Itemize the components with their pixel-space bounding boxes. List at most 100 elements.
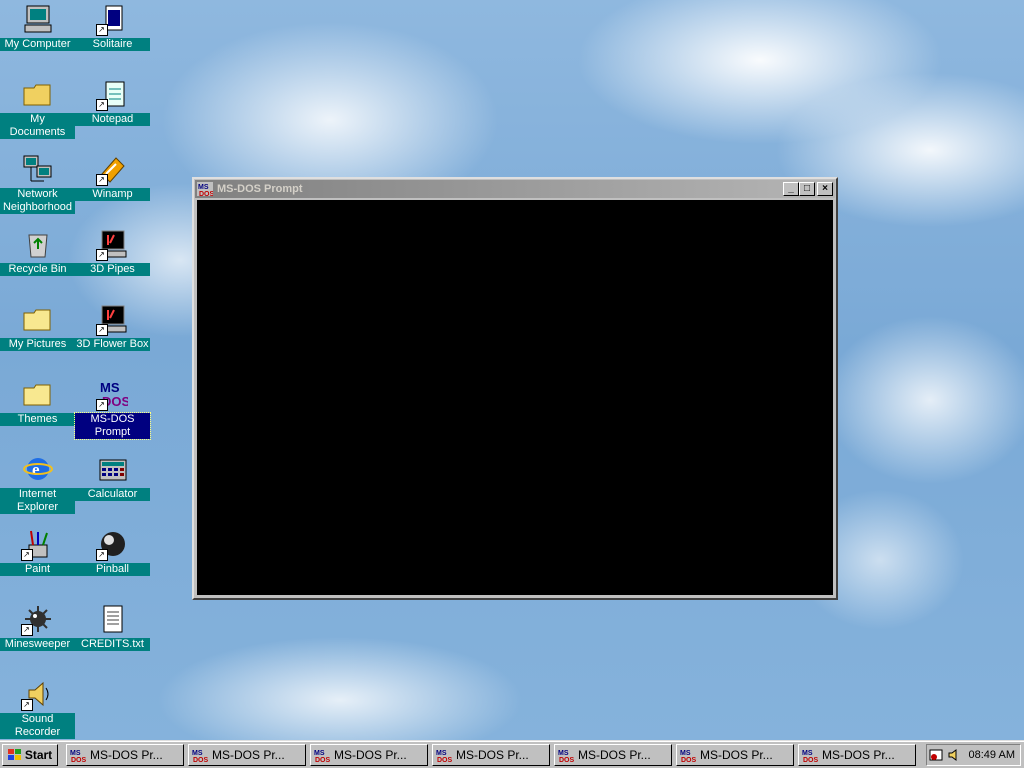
icon-label: Winamp xyxy=(75,188,150,201)
taskbar-button[interactable]: MS DOS MS-DOS Pr... xyxy=(554,744,672,766)
icon-label: 3D Pipes xyxy=(75,263,150,276)
pinball-shortcut[interactable]: ↗ Pinball xyxy=(75,527,150,576)
shortcut-arrow-icon: ↗ xyxy=(95,399,108,411)
svg-text:DOS: DOS xyxy=(437,757,452,762)
winamp-icon: ↗ xyxy=(95,152,130,186)
window-title: MS-DOS Prompt xyxy=(217,183,303,195)
svg-text:DOS: DOS xyxy=(193,757,208,762)
maximize-button[interactable]: □ xyxy=(799,182,815,196)
minesweeper-shortcut[interactable]: ↗ Minesweeper xyxy=(0,602,75,651)
winamp-shortcut[interactable]: ↗ Winamp xyxy=(75,152,150,201)
taskbar-button[interactable]: MS DOS MS-DOS Pr... xyxy=(676,744,794,766)
taskbar-button[interactable]: MS DOS MS-DOS Pr... xyxy=(310,744,428,766)
icon-label: MS-DOS Prompt xyxy=(74,412,151,440)
volume-icon[interactable] xyxy=(947,748,961,762)
my-documents-shortcut[interactable]: My Documents xyxy=(0,77,75,139)
svg-text:DOS: DOS xyxy=(681,757,696,762)
taskbar: Start MS DOS MS-DOS Pr... MS DOS MS-DOS Pr… xyxy=(0,740,1024,768)
taskbar-button[interactable]: MS DOS MS-DOS Pr... xyxy=(798,744,916,766)
internet-explorer-icon: e xyxy=(21,452,55,486)
ms-dos-icon: MSDOS xyxy=(680,750,696,762)
icon-label: Pinball xyxy=(75,563,150,576)
ms-dos-prompt-window: MS DOS MS-DOS Prompt _ □ × xyxy=(192,177,838,600)
network-neighborhood-shortcut[interactable]: Network Neighborhood xyxy=(0,152,75,214)
internet-explorer-shortcut[interactable]: e Internet Explorer xyxy=(0,452,75,514)
svg-text:DOS: DOS xyxy=(803,757,818,762)
svg-text:MS: MS xyxy=(558,750,569,757)
svg-text:MS: MS xyxy=(198,184,209,191)
svg-text:DOS: DOS xyxy=(559,757,574,762)
shortcut-arrow-icon: ↗ xyxy=(95,99,108,111)
start-label: Start xyxy=(24,748,53,762)
ms-dos-icon: MSDOS xyxy=(436,750,452,762)
icon-label: Recycle Bin xyxy=(0,263,75,276)
icon-label: Calculator xyxy=(75,488,150,501)
taskbar-button[interactable]: MS DOS MS-DOS Pr... xyxy=(188,744,306,766)
network-icon xyxy=(21,152,55,186)
system-tray: 08:49 AM xyxy=(926,744,1021,766)
taskbar-button-label: MS-DOS Pr... xyxy=(456,748,529,762)
credits-txt-shortcut[interactable]: CREDITS.txt xyxy=(75,602,150,651)
start-button[interactable]: Start xyxy=(2,744,58,766)
clock[interactable]: 08:49 AM xyxy=(969,749,1015,761)
folder-icon xyxy=(21,302,55,336)
shortcut-arrow-icon: ↗ xyxy=(95,174,108,186)
ms-dos-icon: MS DOS ↗ xyxy=(95,377,130,411)
my-pictures-shortcut[interactable]: My Pictures xyxy=(0,302,75,351)
shortcut-arrow-icon: ↗ xyxy=(95,249,108,261)
taskbar-button-label: MS-DOS Pr... xyxy=(822,748,895,762)
calculator-shortcut[interactable]: Calculator xyxy=(75,452,150,501)
shortcut-arrow-icon: ↗ xyxy=(20,549,33,561)
taskbar-button-label: MS-DOS Pr... xyxy=(700,748,773,762)
ms-dos-icon: MSDOS xyxy=(197,182,213,196)
shortcut-arrow-icon: ↗ xyxy=(95,324,108,336)
taskbar-button[interactable]: MS DOS MS-DOS Pr... xyxy=(432,744,550,766)
svg-text:MS: MS xyxy=(436,750,447,757)
notepad-icon: ↗ xyxy=(95,77,130,111)
themes-shortcut[interactable]: Themes xyxy=(0,377,75,426)
shortcut-arrow-icon: ↗ xyxy=(95,24,108,36)
window-titlebar[interactable]: MS DOS MS-DOS Prompt _ □ × xyxy=(195,180,835,198)
taskbar-button-label: MS-DOS Pr... xyxy=(90,748,163,762)
close-button[interactable]: × xyxy=(817,182,833,196)
minimize-button[interactable]: _ xyxy=(783,182,799,196)
icon-label: My Pictures xyxy=(0,338,75,351)
svg-text:DOS: DOS xyxy=(199,191,213,196)
icon-label: Notepad xyxy=(75,113,150,126)
svg-text:MS: MS xyxy=(802,750,813,757)
console-area[interactable] xyxy=(197,200,833,595)
svg-text:MS: MS xyxy=(192,750,203,757)
icon-label: Solitaire xyxy=(75,38,150,51)
sound-recorder-shortcut[interactable]: ↗ Sound Recorder xyxy=(0,677,75,739)
paint-icon: ↗ xyxy=(20,527,55,561)
3d-flower-box-shortcut[interactable]: ↗ 3D Flower Box xyxy=(75,302,150,351)
computer-icon xyxy=(21,2,55,36)
pinball-icon: ↗ xyxy=(95,527,130,561)
icon-label: Network Neighborhood xyxy=(0,188,75,214)
ms-dos-icon: MSDOS xyxy=(192,750,208,762)
3d-pipes-shortcut[interactable]: ↗ 3D Pipes xyxy=(75,227,150,276)
svg-text:e: e xyxy=(32,460,40,479)
svg-text:MS: MS xyxy=(314,750,325,757)
folder-icon xyxy=(21,377,55,411)
my-computer-shortcut[interactable]: My Computer xyxy=(0,2,75,51)
svg-text:DOS: DOS xyxy=(315,757,330,762)
icon-label: Minesweeper xyxy=(0,638,75,651)
scheduler-icon[interactable] xyxy=(929,748,943,762)
svg-text:MS: MS xyxy=(100,380,120,395)
recycle-bin-icon xyxy=(21,227,55,261)
icon-label: My Documents xyxy=(0,113,75,139)
cards-icon: ↗ xyxy=(95,2,130,36)
icon-label: 3D Flower Box xyxy=(75,338,150,351)
taskbar-button-label: MS-DOS Pr... xyxy=(212,748,285,762)
solitaire-shortcut[interactable]: ↗ Solitaire xyxy=(75,2,150,51)
recycle-bin-shortcut[interactable]: Recycle Bin xyxy=(0,227,75,276)
icon-label: Paint xyxy=(0,563,75,576)
shortcut-arrow-icon: ↗ xyxy=(20,624,33,636)
svg-text:MS: MS xyxy=(70,750,81,757)
paint-shortcut[interactable]: ↗ Paint xyxy=(0,527,75,576)
notepad-shortcut[interactable]: ↗ Notepad xyxy=(75,77,150,126)
taskbar-button-label: MS-DOS Pr... xyxy=(578,748,651,762)
taskbar-button[interactable]: MS DOS MS-DOS Pr... xyxy=(66,744,184,766)
ms-dos-prompt-shortcut[interactable]: MS DOS ↗ MS-DOS Prompt xyxy=(74,377,151,440)
